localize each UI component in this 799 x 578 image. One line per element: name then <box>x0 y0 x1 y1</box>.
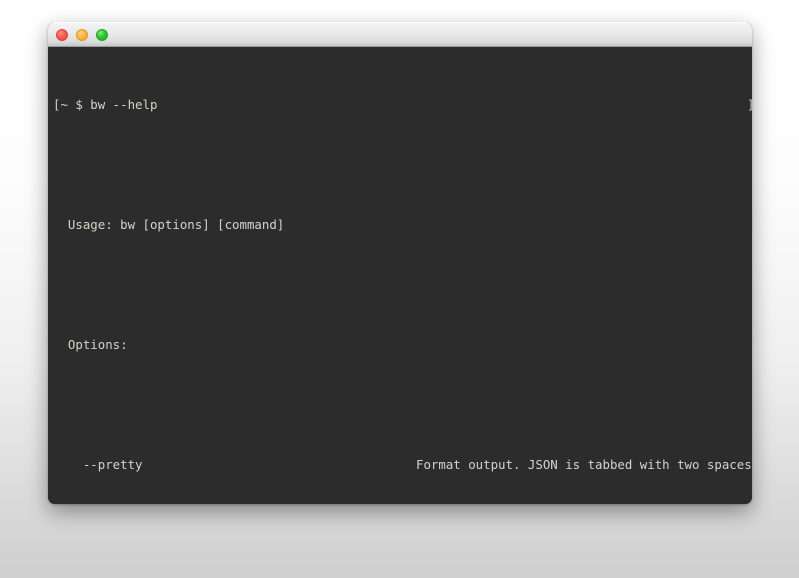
terminal-window[interactable]: [~ $ bw --help] Usage: bw [options] [com… <box>48 22 752 504</box>
blank-line <box>53 397 752 412</box>
usage-line: Usage: bw [options] [command] <box>53 217 752 232</box>
option-flag: --raw <box>53 502 120 504</box>
option-flag: --pretty <box>53 457 143 472</box>
option-row: --raw Return raw output instead of a desc… <box>53 502 752 504</box>
blank-line <box>53 157 752 172</box>
option-description: Return raw output instead of a descripti… <box>416 502 752 504</box>
minimize-button[interactable] <box>76 29 88 41</box>
maximize-button[interactable] <box>96 29 108 41</box>
terminal-output-area[interactable]: [~ $ bw --help] Usage: bw [options] [com… <box>48 47 752 504</box>
terminal-text: [~ $ bw --help] Usage: bw [options] [com… <box>53 52 752 504</box>
prompt-text: [~ $ bw --help <box>53 97 157 112</box>
option-description: Format output. JSON is tabbed with two s… <box>416 457 752 472</box>
blank-line <box>53 277 752 292</box>
option-row: --pretty Format output. JSON is tabbed wi… <box>53 457 752 472</box>
prompt-line: [~ $ bw --help] <box>53 97 752 112</box>
window-title-bar[interactable] <box>48 22 752 47</box>
window-controls <box>56 29 108 41</box>
prompt-trailing-bracket: ] <box>747 97 752 112</box>
close-button[interactable] <box>56 29 68 41</box>
options-heading: Options: <box>53 337 752 352</box>
